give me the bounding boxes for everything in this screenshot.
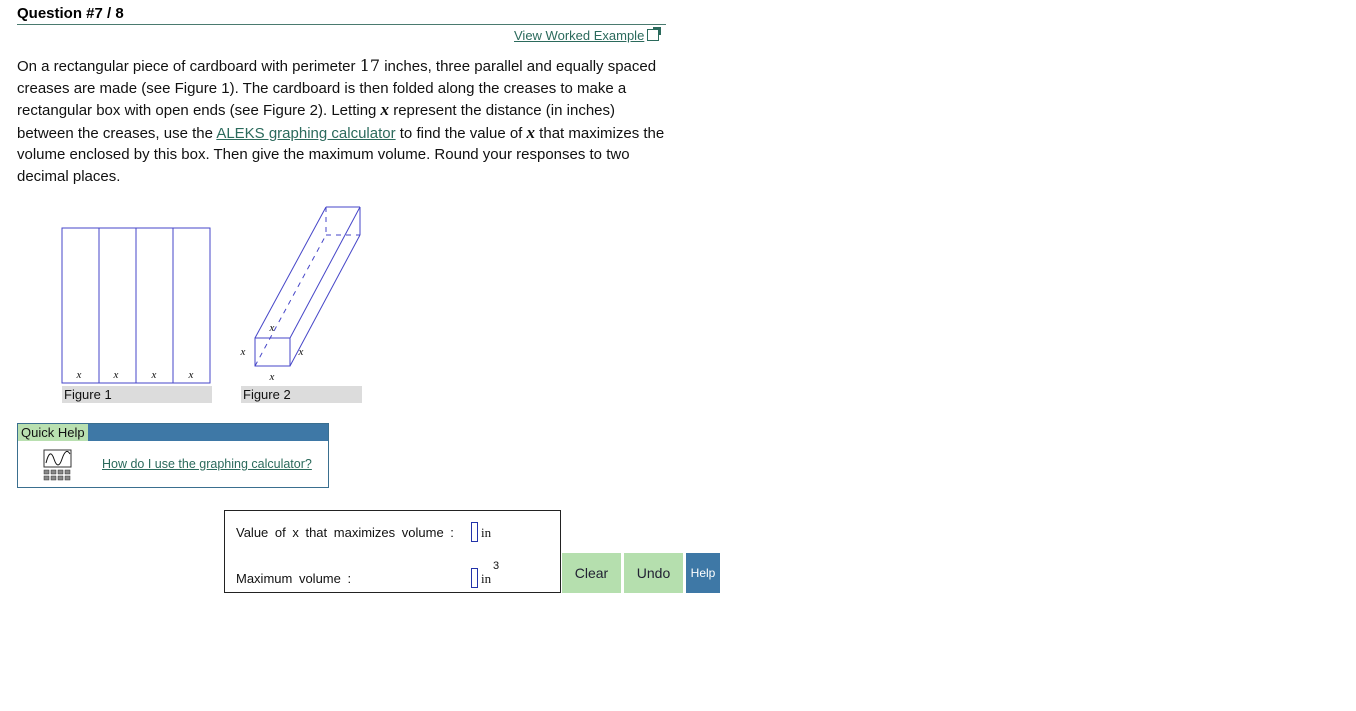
problem-statement: On a rectangular piece of cardboard with… <box>17 56 665 185</box>
graphing-calculator-help-link[interactable]: How do I use the graphing calculator? <box>102 457 312 471</box>
fig2-x-label: x <box>240 346 246 358</box>
fig1-x-label: x <box>188 369 194 381</box>
value-x-label: Value of x that maximizes volume : <box>236 525 454 540</box>
graphing-calculator-link[interactable]: ALEKS graphing calculator <box>216 125 395 142</box>
figure-1-diagram: x x x x <box>61 227 211 384</box>
figure-2-diagram: x x x x <box>240 206 361 383</box>
figure-2-caption: Figure 2 <box>241 386 362 403</box>
quick-help-header: Quick Help <box>18 424 328 441</box>
max-volume-exponent: 3 <box>493 560 500 572</box>
help-button[interactable]: Help <box>686 553 720 593</box>
fig1-x-label: x <box>151 369 157 381</box>
perimeter-value: 17 <box>359 56 381 75</box>
quick-help-title: Quick Help <box>18 424 88 441</box>
max-volume-input[interactable] <box>471 568 478 588</box>
external-link-icon <box>647 27 662 41</box>
fig1-x-label: x <box>113 369 119 381</box>
worked-example-label: View Worked Example <box>514 28 645 43</box>
fig2-x-label: x <box>269 371 275 383</box>
view-worked-example-link[interactable]: View Worked Example <box>514 27 662 43</box>
figure-1-caption: Figure 1 <box>62 386 212 403</box>
graphing-calculator-icon[interactable] <box>43 449 73 481</box>
clear-button[interactable]: Clear <box>562 553 621 593</box>
variable-x: x <box>380 100 390 119</box>
undo-button[interactable]: Undo <box>624 553 683 593</box>
fig1-x-label: x <box>76 369 82 381</box>
max-volume-label: Maximum volume : <box>236 571 352 586</box>
title-divider <box>17 24 666 25</box>
fig2-x-label: x <box>298 346 304 358</box>
answer-panel: Value of x that maximizes volume : in Ma… <box>224 510 561 593</box>
variable-x: x <box>526 122 536 142</box>
quick-help-panel: Quick Help How do I use the graphing cal… <box>17 423 329 488</box>
max-volume-unit: in <box>481 571 492 586</box>
value-x-unit: in <box>481 525 492 540</box>
value-x-input[interactable] <box>471 522 478 542</box>
page-title: Question #7 / 8 <box>17 5 124 22</box>
fig2-x-label: x <box>269 322 275 334</box>
